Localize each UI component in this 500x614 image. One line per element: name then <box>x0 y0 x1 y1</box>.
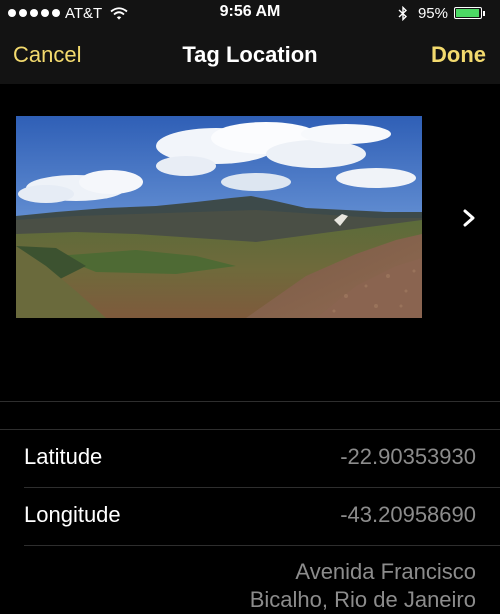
status-bar: AT&T 9:56 AM 95% <box>0 0 500 28</box>
row-divider <box>24 545 500 546</box>
status-right: 95% <box>398 4 485 22</box>
latitude-label: Latitude <box>24 444 103 469</box>
battery-icon <box>454 7 485 19</box>
longitude-label: Longitude <box>24 502 121 527</box>
bluetooth-icon <box>398 5 407 21</box>
address-text: Avenida Francisco Bicalho, Rio de Janeir… <box>176 558 476 614</box>
page-title: Tag Location <box>182 42 318 67</box>
photo-thumbnail <box>16 116 422 318</box>
photo-row[interactable] <box>0 84 500 354</box>
done-button[interactable]: Done <box>431 42 486 68</box>
address-line: Avenida Francisco <box>295 559 476 584</box>
section-divider <box>0 401 500 402</box>
address-line: Bicalho, Rio de Janeiro <box>249 587 476 612</box>
battery-level-fill <box>456 9 479 17</box>
chevron-right-icon[interactable] <box>461 208 477 228</box>
latitude-value: -22.90353930 <box>340 444 476 469</box>
mountain-landscape-image <box>16 116 422 318</box>
battery-percentage: 95% <box>417 4 448 22</box>
navigation-bar: Cancel Tag Location Done <box>0 28 500 84</box>
latitude-row[interactable]: Latitude -22.90353930 <box>0 430 500 488</box>
longitude-row[interactable]: Longitude -43.20958690 <box>0 488 500 546</box>
longitude-value: -43.20958690 <box>340 502 476 527</box>
